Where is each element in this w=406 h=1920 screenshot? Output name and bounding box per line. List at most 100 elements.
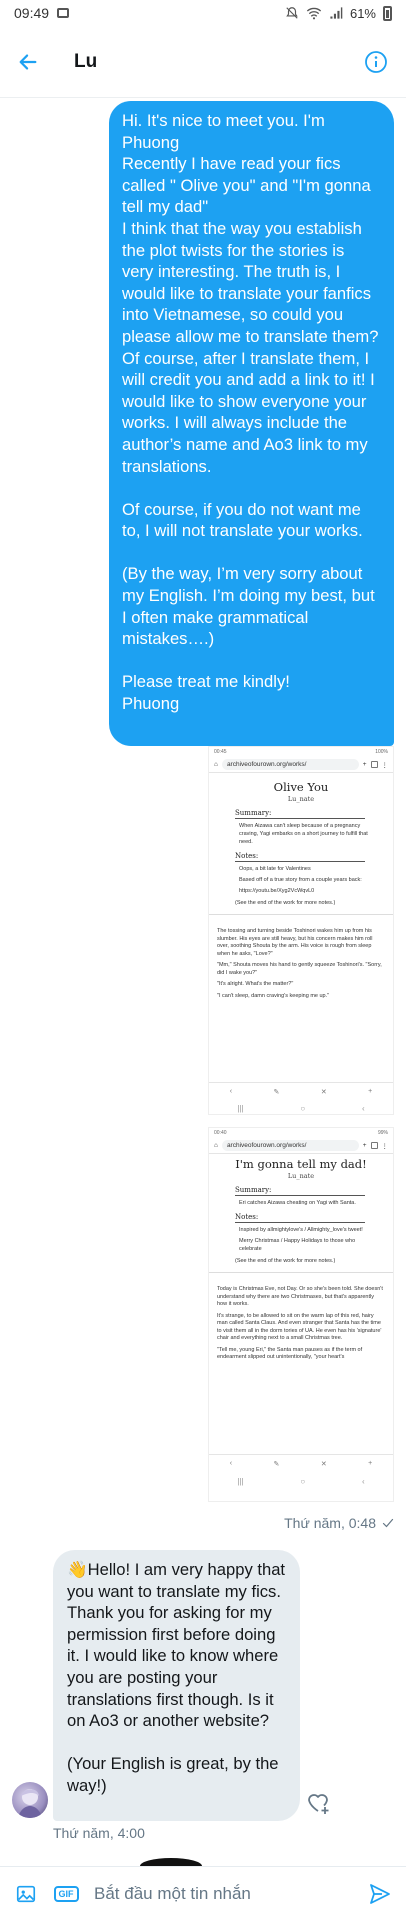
story-paragraph: "Tell me, young Eri," the Santa man paus… bbox=[217, 1346, 363, 1361]
add-icon: + bbox=[368, 1088, 373, 1095]
story-paragraph: "It's alright. What's the matter?" bbox=[217, 981, 294, 987]
plus-icon: + bbox=[362, 1142, 367, 1149]
see-end-note: (See the end of the work for more notes.… bbox=[235, 1258, 336, 1264]
outgoing-message-bubble[interactable]: Hi. It's nice to meet you. I'm Phuong Re… bbox=[109, 101, 394, 746]
close-icon: ✕ bbox=[320, 1088, 327, 1096]
add-image-button[interactable] bbox=[12, 1880, 40, 1908]
mini-url-bar: ⌂ archiveofourown.org/works/ + ⋮ bbox=[209, 757, 393, 773]
battery-percent: 61% bbox=[349, 5, 376, 21]
wifi-icon bbox=[306, 7, 322, 20]
story-paragraph: "I can't sleep, damn craving's keeping m… bbox=[217, 992, 330, 999]
image-icon bbox=[16, 1885, 36, 1902]
more-icon: ⋮ bbox=[381, 1142, 389, 1150]
message-paragraph: Of course, if you do not want me to, I w… bbox=[122, 499, 366, 541]
incoming-message-bubble[interactable]: 👋Hello! I am very happy that you want to… bbox=[53, 1550, 300, 1821]
send-button[interactable] bbox=[366, 1880, 394, 1908]
signal-icon bbox=[330, 7, 343, 19]
plus-icon: + bbox=[362, 761, 367, 768]
avatar-image-icon bbox=[18, 1789, 42, 1818]
send-icon bbox=[370, 1883, 390, 1904]
conversation-header: Lu bbox=[0, 26, 406, 98]
mini-url: archiveofourown.org/works/ bbox=[221, 1140, 359, 1151]
work-author: Lu_nate bbox=[287, 795, 315, 803]
message-paragraph: 👋Hello! I am very happy that you want to… bbox=[67, 1560, 290, 1731]
back-arrow-icon bbox=[19, 53, 37, 70]
summary-text: Eri catches Aizawa cheating on Yagi with… bbox=[239, 1200, 356, 1206]
notes-text: Merry Christmas / Happy Holidays to thos… bbox=[239, 1238, 356, 1252]
recents-icon: ||| bbox=[237, 1103, 244, 1113]
notes-heading: Notes: bbox=[235, 1213, 365, 1223]
back-icon: ‹ bbox=[229, 1460, 233, 1467]
recents-icon: ||| bbox=[237, 1476, 244, 1486]
notes-link: https://youtu.be/Xyg2VcWqvL0 bbox=[239, 888, 315, 894]
screenshot-olive-you[interactable]: 00:45 100% ⌂ archiveofourown.org/works/ … bbox=[208, 746, 394, 1115]
notes-text: Oops, a bit late for Valentines bbox=[239, 866, 311, 872]
tabs-icon bbox=[370, 761, 378, 768]
home-icon: ⌂ bbox=[214, 1142, 218, 1149]
work-title: I'm gonna tell my dad! bbox=[235, 1157, 367, 1171]
notification-icons bbox=[57, 8, 70, 18]
mute-icon bbox=[286, 7, 298, 19]
message-paragraph: Please treat me kindly! Phuong bbox=[122, 672, 290, 714]
info-button[interactable] bbox=[356, 42, 396, 82]
message-paragraph: (By the way, I’m very sorry about my Eng… bbox=[122, 564, 380, 649]
mini-toolbar: ‹ ✎ ✕ + bbox=[209, 1082, 393, 1100]
work-title: Olive You bbox=[273, 780, 329, 794]
mini-status-battery: 100% bbox=[375, 749, 388, 755]
mini-status-time: 00:45 bbox=[214, 749, 227, 755]
mini-status-bar: 00:45 100% bbox=[209, 747, 393, 757]
back-button[interactable] bbox=[0, 34, 56, 90]
mini-status-time: 00:40 bbox=[214, 1130, 227, 1136]
see-end-note: (See the end of the work for more notes.… bbox=[235, 900, 336, 906]
status-time: 09:49 bbox=[14, 5, 50, 21]
story-paragraph: "Mm," Shouta moves his hand to gently sq… bbox=[217, 962, 382, 976]
screenshot-im-gonna-tell-my-dad[interactable]: 00:40 99% ⌂ archiveofourown.org/works/ +… bbox=[208, 1127, 394, 1502]
avatar[interactable] bbox=[12, 1782, 48, 1818]
more-icon: ⋮ bbox=[381, 761, 389, 769]
work-author: Lu_nate bbox=[287, 1172, 315, 1180]
status-right: 61% bbox=[285, 5, 392, 21]
add-icon: + bbox=[368, 1460, 373, 1467]
edit-icon: ✎ bbox=[273, 1088, 280, 1096]
message-composer: GIF bbox=[0, 1866, 406, 1920]
close-icon: ✕ bbox=[320, 1460, 327, 1468]
home-circle-icon: ○ bbox=[300, 1103, 306, 1113]
back-nav-icon: ‹ bbox=[361, 1103, 365, 1113]
summary-heading: Summary: bbox=[235, 1186, 365, 1196]
gif-icon: GIF bbox=[53, 1885, 79, 1902]
message-input[interactable] bbox=[94, 1883, 358, 1904]
sent-check-icon bbox=[382, 1518, 394, 1528]
mini-status-battery: 99% bbox=[377, 1130, 388, 1136]
outgoing-timestamp: Thứ năm, 0:48 bbox=[284, 1515, 394, 1531]
conversation-title: Lu bbox=[74, 50, 98, 72]
mini-status-bar: 00:40 99% bbox=[209, 1128, 393, 1138]
gallery-notification-icon bbox=[57, 8, 70, 18]
summary-heading: Summary: bbox=[235, 809, 365, 819]
mini-url: archiveofourown.org/works/ bbox=[221, 759, 359, 770]
notes-text: Inspired by allmightylove's / Allmighty_… bbox=[239, 1227, 363, 1233]
mini-nav-bar: ||| ○ ‹ bbox=[209, 1474, 393, 1488]
info-icon bbox=[365, 50, 387, 73]
status-bar: 09:49 61% bbox=[0, 0, 406, 26]
story-paragraph: The tossing and turning beside Toshinori… bbox=[217, 928, 373, 957]
back-nav-icon: ‹ bbox=[361, 1476, 365, 1486]
message-paragraph: (Your English is great, by the way!) bbox=[67, 1754, 284, 1795]
summary-text: When Aizawa can't sleep because of a pre… bbox=[239, 823, 368, 845]
mini-url-bar: ⌂ archiveofourown.org/works/ + ⋮ bbox=[209, 1138, 393, 1154]
mini-toolbar: ‹ ✎ ✕ + bbox=[209, 1454, 393, 1472]
mini-nav-bar: ||| ○ ‹ bbox=[209, 1101, 393, 1114]
attached-screenshots[interactable]: 00:45 100% ⌂ archiveofourown.org/works/ … bbox=[208, 746, 394, 1504]
timestamp-text: Thứ năm, 0:48 bbox=[284, 1515, 376, 1531]
home-circle-icon: ○ bbox=[300, 1476, 306, 1486]
gif-button[interactable]: GIF bbox=[52, 1880, 80, 1908]
notes-text: Based off of a true story from a couple … bbox=[239, 877, 362, 883]
story-paragraph: It's strange, to be allowed to sit on th… bbox=[217, 1312, 382, 1342]
back-icon: ‹ bbox=[229, 1088, 233, 1095]
edit-icon: ✎ bbox=[273, 1460, 280, 1468]
react-heart-button[interactable] bbox=[306, 1790, 332, 1816]
home-icon: ⌂ bbox=[214, 761, 218, 768]
story-paragraph: Today is Christmas Eve, not Day. Or so s… bbox=[217, 1286, 383, 1307]
battery-icon bbox=[383, 5, 392, 21]
notes-heading: Notes: bbox=[235, 852, 365, 862]
incoming-timestamp: Thứ năm, 4:00 bbox=[53, 1825, 145, 1841]
